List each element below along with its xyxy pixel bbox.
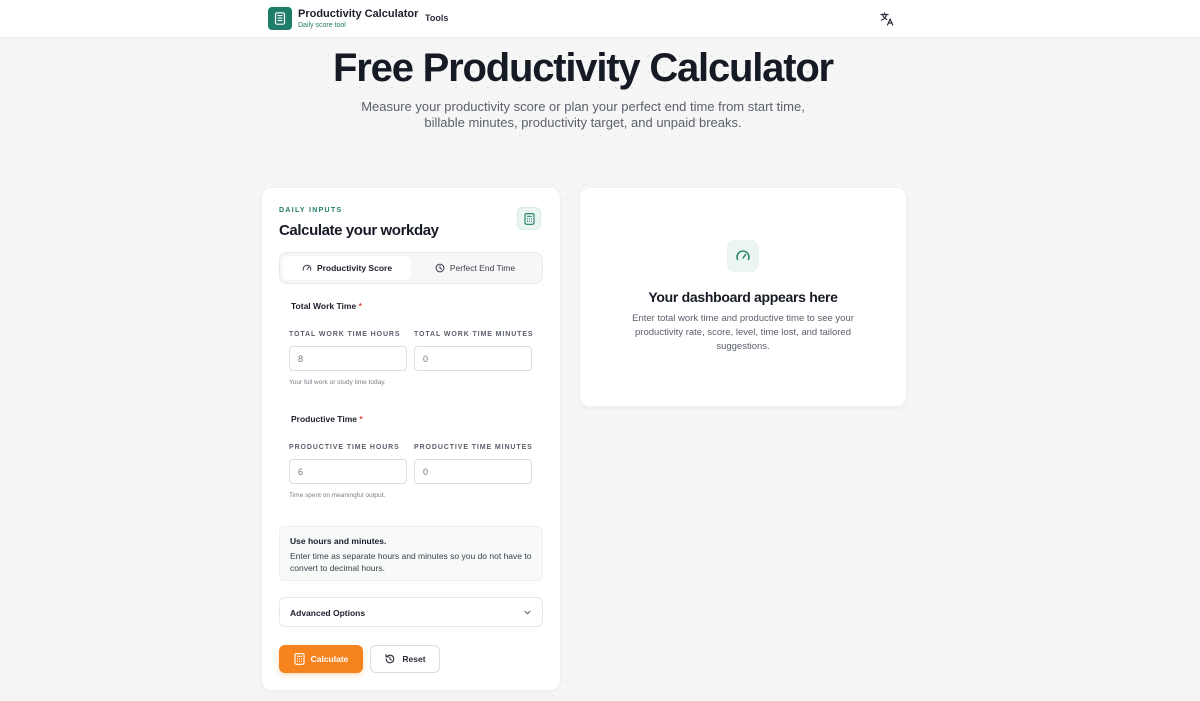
brand-subtitle: Daily score tool: [298, 21, 346, 29]
hours-minutes-info-box: Use hours and minutes. Enter time as sep…: [279, 526, 543, 581]
advanced-options-toggle[interactable]: Advanced Options: [279, 597, 543, 627]
reset-button-label: Reset: [402, 654, 426, 664]
info-body: Enter time as separate hours and minutes…: [290, 551, 532, 573]
productive-time-hint: Time spent on meaningful output.: [289, 492, 386, 499]
page-title: Free Productivity Calculator: [333, 46, 834, 90]
tab-label: Productivity Score: [316, 263, 393, 273]
required-marker: *: [359, 414, 363, 424]
total-work-hint: Your full work or study time today.: [289, 379, 386, 386]
tab-perfect-end-time[interactable]: Perfect End Time: [411, 256, 539, 280]
brand-title: Productivity Calculator: [298, 7, 419, 20]
total-work-hours-label: TOTAL WORK TIME HOURS: [289, 331, 401, 338]
mode-tabs: Productivity Score Perfect End Time: [279, 252, 543, 284]
total-work-minutes-input[interactable]: [414, 346, 532, 371]
productive-time-section: Productive Time * PRODUCTIVE TIME HOURS …: [279, 409, 543, 514]
nav-tools-link[interactable]: Tools: [425, 13, 448, 23]
dashboard-title: Your dashboard appears here: [648, 289, 838, 305]
advanced-options-label: Advanced Options: [290, 608, 366, 618]
tab-productivity-score[interactable]: Productivity Score: [283, 256, 411, 280]
dashboard-description: Enter total work time and productive tim…: [632, 313, 854, 352]
total-work-time-label: Total Work Time *: [291, 301, 362, 311]
clock-icon: [435, 263, 445, 273]
dashboard-placeholder-card: Your dashboard appears here Enter total …: [580, 188, 906, 406]
gauge-icon: [302, 264, 312, 271]
reset-icon: [385, 653, 395, 664]
productive-hours-label: PRODUCTIVE TIME HOURS: [289, 444, 400, 451]
daily-inputs-card: DAILY INPUTS Calculate your workday Prod…: [262, 188, 560, 690]
calculate-button[interactable]: Calculate: [279, 645, 363, 673]
total-work-time-section: Total Work Time * TOTAL WORK TIME HOURS …: [279, 296, 543, 401]
brand-home-link[interactable]: Productivity Calculator Daily score tool: [268, 7, 418, 30]
calculator-logo-icon: [268, 7, 292, 30]
chevron-down-icon: [524, 610, 531, 615]
card-title: Calculate your workday: [279, 222, 439, 239]
top-navigation-bar: Productivity Calculator Daily score tool…: [0, 0, 1200, 38]
productive-minutes-input[interactable]: [414, 459, 532, 484]
tab-label: Perfect End Time: [449, 263, 516, 273]
total-work-hours-input[interactable]: [289, 346, 407, 371]
calculator-icon: [294, 653, 305, 665]
productive-hours-input[interactable]: [289, 459, 407, 484]
info-title: Use hours and minutes.: [290, 536, 387, 546]
productive-time-label: Productive Time *: [291, 414, 363, 424]
reset-button[interactable]: Reset: [370, 645, 440, 673]
gauge-icon: [727, 240, 759, 272]
required-marker: *: [358, 301, 362, 311]
page-subtitle: Measure your productivity score or plan …: [361, 99, 805, 130]
card-eyebrow: DAILY INPUTS: [279, 207, 343, 214]
translate-icon[interactable]: [879, 11, 895, 27]
productive-minutes-label: PRODUCTIVE TIME MINUTES: [414, 444, 533, 451]
calculate-button-label: Calculate: [310, 654, 349, 664]
total-work-minutes-label: TOTAL WORK TIME MINUTES: [414, 331, 534, 338]
calculator-icon: [517, 207, 541, 230]
